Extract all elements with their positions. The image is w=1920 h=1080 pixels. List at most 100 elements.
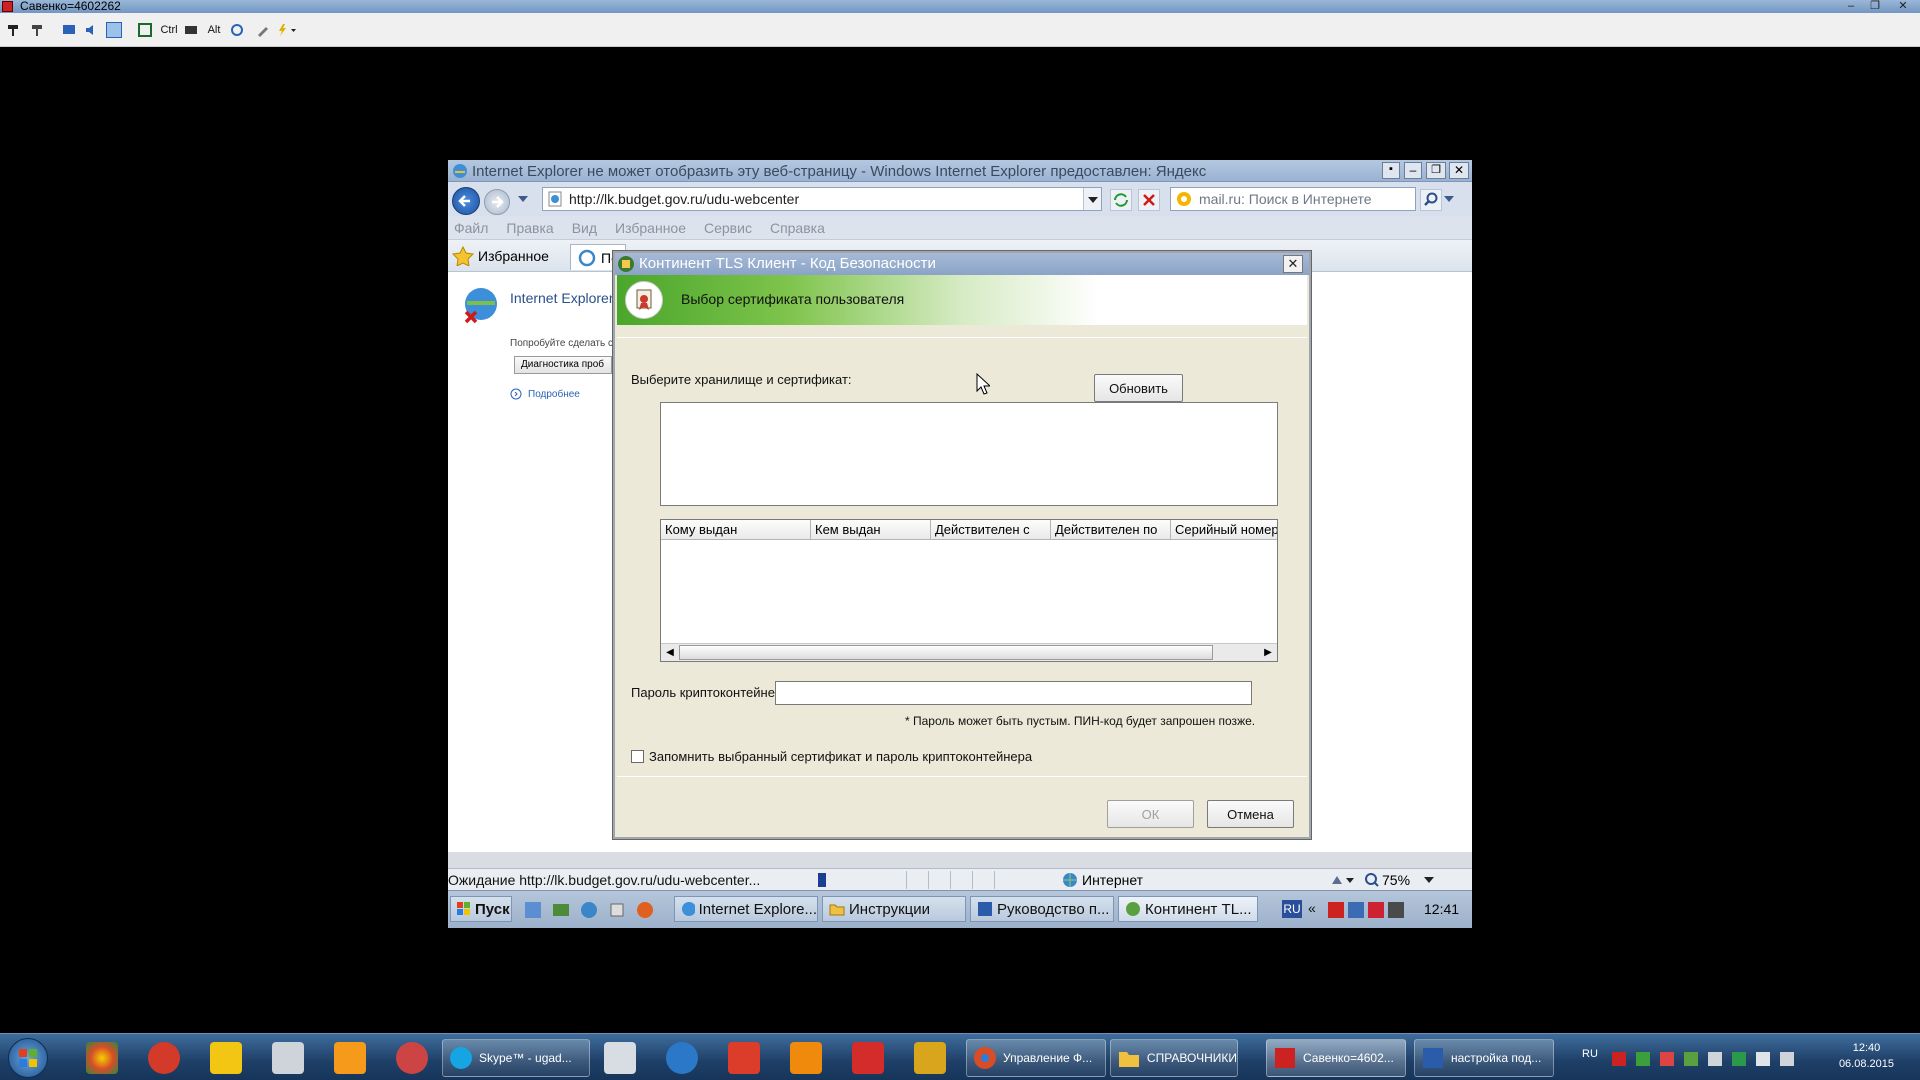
dialog-close-button[interactable]: ✕ [1283, 255, 1303, 273]
restore-button[interactable]: ❐ [1864, 0, 1886, 13]
menu-file[interactable]: Файл [454, 220, 488, 236]
protected-mode-icon[interactable] [1328, 871, 1356, 889]
eagle-app-icon[interactable] [914, 1042, 946, 1074]
minimize-button[interactable]: – [1840, 0, 1862, 13]
cancel-button[interactable]: Отмена [1207, 800, 1294, 828]
more-info-label: Подробнее [528, 388, 580, 400]
taskbar-lang-indicator[interactable]: RU [1582, 1048, 1598, 1060]
zoom-control[interactable]: 75% [1364, 872, 1436, 888]
remote-task-word[interactable]: Руководство п... [970, 896, 1114, 922]
calc-app-icon[interactable] [604, 1042, 636, 1074]
scroll-right-icon[interactable]: ▶ [1259, 644, 1277, 661]
globe-app-icon[interactable] [396, 1042, 428, 1074]
window-mode-icon[interactable] [106, 22, 122, 38]
batman-app-icon[interactable] [210, 1042, 242, 1074]
forward-button[interactable] [484, 189, 510, 215]
refresh-icon[interactable] [1110, 189, 1132, 211]
horizontal-scrollbar[interactable]: ◀ ▶ [661, 643, 1277, 661]
ie-minimize-button[interactable]: – [1404, 162, 1422, 179]
ie-status-bar: Ожидание http://lk.budget.gov.ru/udu-web… [448, 868, 1472, 890]
favorites-button[interactable]: Избранное [452, 246, 549, 266]
menu-help[interactable]: Справка [770, 220, 825, 236]
remember-checkbox[interactable] [631, 750, 644, 763]
col-serial[interactable]: Серийный номер [1171, 520, 1277, 540]
ie-extra-button[interactable]: ▪ [1382, 162, 1400, 179]
refresh-icon[interactable] [230, 22, 244, 38]
remote-lang-indicator[interactable]: RU [1282, 900, 1302, 918]
search-icon[interactable] [1420, 189, 1442, 211]
taskbar: Skype™ - ugad... Управление Ф... СПРАВОЧ… [0, 1033, 1920, 1080]
remote-start-button[interactable]: Пуск [450, 896, 512, 922]
task-skype[interactable]: Skype™ - ugad... [442, 1039, 590, 1077]
ie-close-button[interactable]: ✕ [1449, 162, 1469, 179]
speaker-icon[interactable] [84, 22, 98, 38]
url-dropdown-icon[interactable] [1083, 188, 1101, 210]
url-field[interactable]: http://lk.budget.gov.ru/udu-webcenter [542, 187, 1102, 211]
alt-key-button[interactable]: Alt [204, 22, 224, 38]
stop-icon[interactable] [1138, 189, 1160, 211]
vlc-icon[interactable] [790, 1042, 822, 1074]
ok-button[interactable]: ОК [1107, 800, 1194, 828]
certificate-table[interactable]: Кому выдан Кем выдан Действителен с Дейс… [660, 519, 1278, 662]
col-valid-from[interactable]: Действителен с [931, 520, 1051, 540]
task-label: Skype™ - ugad... [479, 1051, 572, 1065]
remote-task-ie[interactable]: Internet Explore... [674, 896, 818, 922]
col-issued-by[interactable]: Кем выдан [811, 520, 931, 540]
menu-tools[interactable]: Сервис [704, 220, 752, 236]
diagnose-button[interactable]: Диагностика проб [514, 356, 612, 374]
r-app-icon[interactable] [148, 1042, 180, 1074]
task-folder[interactable]: СПРАВОЧНИКИ [1110, 1039, 1238, 1077]
remote-task-folder[interactable]: Инструкции [822, 896, 966, 922]
fullscreen-icon[interactable] [138, 22, 152, 38]
tool-icon[interactable] [256, 22, 270, 38]
quicklaunch-browser-icon[interactable] [580, 901, 598, 919]
more-info-link[interactable]: Подробнее [510, 388, 580, 400]
network-app-icon[interactable] [666, 1042, 698, 1074]
quicklaunch-desktop-icon[interactable] [552, 901, 570, 919]
e1-app-icon[interactable] [852, 1042, 884, 1074]
search-dropdown-icon[interactable] [1444, 196, 1454, 204]
dialog-title: Континент TLS Клиент - Код Безопасности [639, 255, 936, 272]
back-button[interactable] [452, 187, 480, 215]
tray-icons [1328, 901, 1408, 919]
task-label: настройка под... [1451, 1051, 1542, 1065]
scroll-left-icon[interactable]: ◀ [661, 644, 679, 661]
remote-task-continent[interactable]: Континент TL... [1118, 896, 1258, 922]
calculator-pinned-icon[interactable] [272, 1042, 304, 1074]
pin-alt-icon[interactable] [30, 22, 44, 38]
files-app-icon[interactable] [334, 1042, 366, 1074]
task-word[interactable]: настройка под... [1414, 1039, 1554, 1077]
refresh-button[interactable]: Обновить [1094, 374, 1183, 402]
system-clock[interactable]: 12:40 06.08.2015 [1839, 1040, 1894, 1072]
ctrl-key-button[interactable]: Ctrl [158, 22, 180, 38]
search-field[interactable]: mail.ru: Поиск в Интернете [1170, 187, 1416, 211]
menu-edit[interactable]: Правка [506, 220, 553, 236]
col-valid-to[interactable]: Действителен по [1051, 520, 1171, 540]
system-tray-icons [1612, 1052, 1812, 1068]
close-button[interactable]: ✕ [1892, 0, 1914, 13]
menu-view[interactable]: Вид [572, 220, 597, 236]
quicklaunch-app-icon[interactable] [608, 901, 626, 919]
ie-restore-button[interactable]: ❐ [1426, 162, 1446, 179]
menu-favorites[interactable]: Избранное [615, 220, 686, 236]
task-rdp[interactable]: Савенко=4602... [1266, 1039, 1406, 1077]
pin-icon[interactable] [6, 22, 20, 38]
start-button[interactable] [8, 1038, 48, 1078]
word-icon [978, 902, 992, 916]
keyboard-icon[interactable] [184, 22, 198, 38]
password-field[interactable] [775, 681, 1252, 705]
quicklaunch-ie-icon[interactable] [524, 901, 542, 919]
monitor-icon[interactable] [62, 22, 76, 38]
expand-icon [510, 388, 522, 400]
progress-bar [818, 873, 826, 887]
filezilla-icon[interactable] [728, 1042, 760, 1074]
chrome-pinned-icon[interactable] [86, 1042, 118, 1074]
store-list[interactable] [660, 402, 1278, 506]
lightning-dropdown-icon[interactable] [276, 22, 298, 38]
tray-expand-icon[interactable]: « [1308, 900, 1316, 916]
scroll-thumb[interactable] [679, 645, 1213, 660]
history-dropdown-icon[interactable] [518, 196, 528, 204]
task-chrome[interactable]: Управление Ф... [966, 1039, 1106, 1077]
quicklaunch-firefox-icon[interactable] [636, 901, 654, 919]
col-issued-to[interactable]: Кому выдан [661, 520, 811, 540]
